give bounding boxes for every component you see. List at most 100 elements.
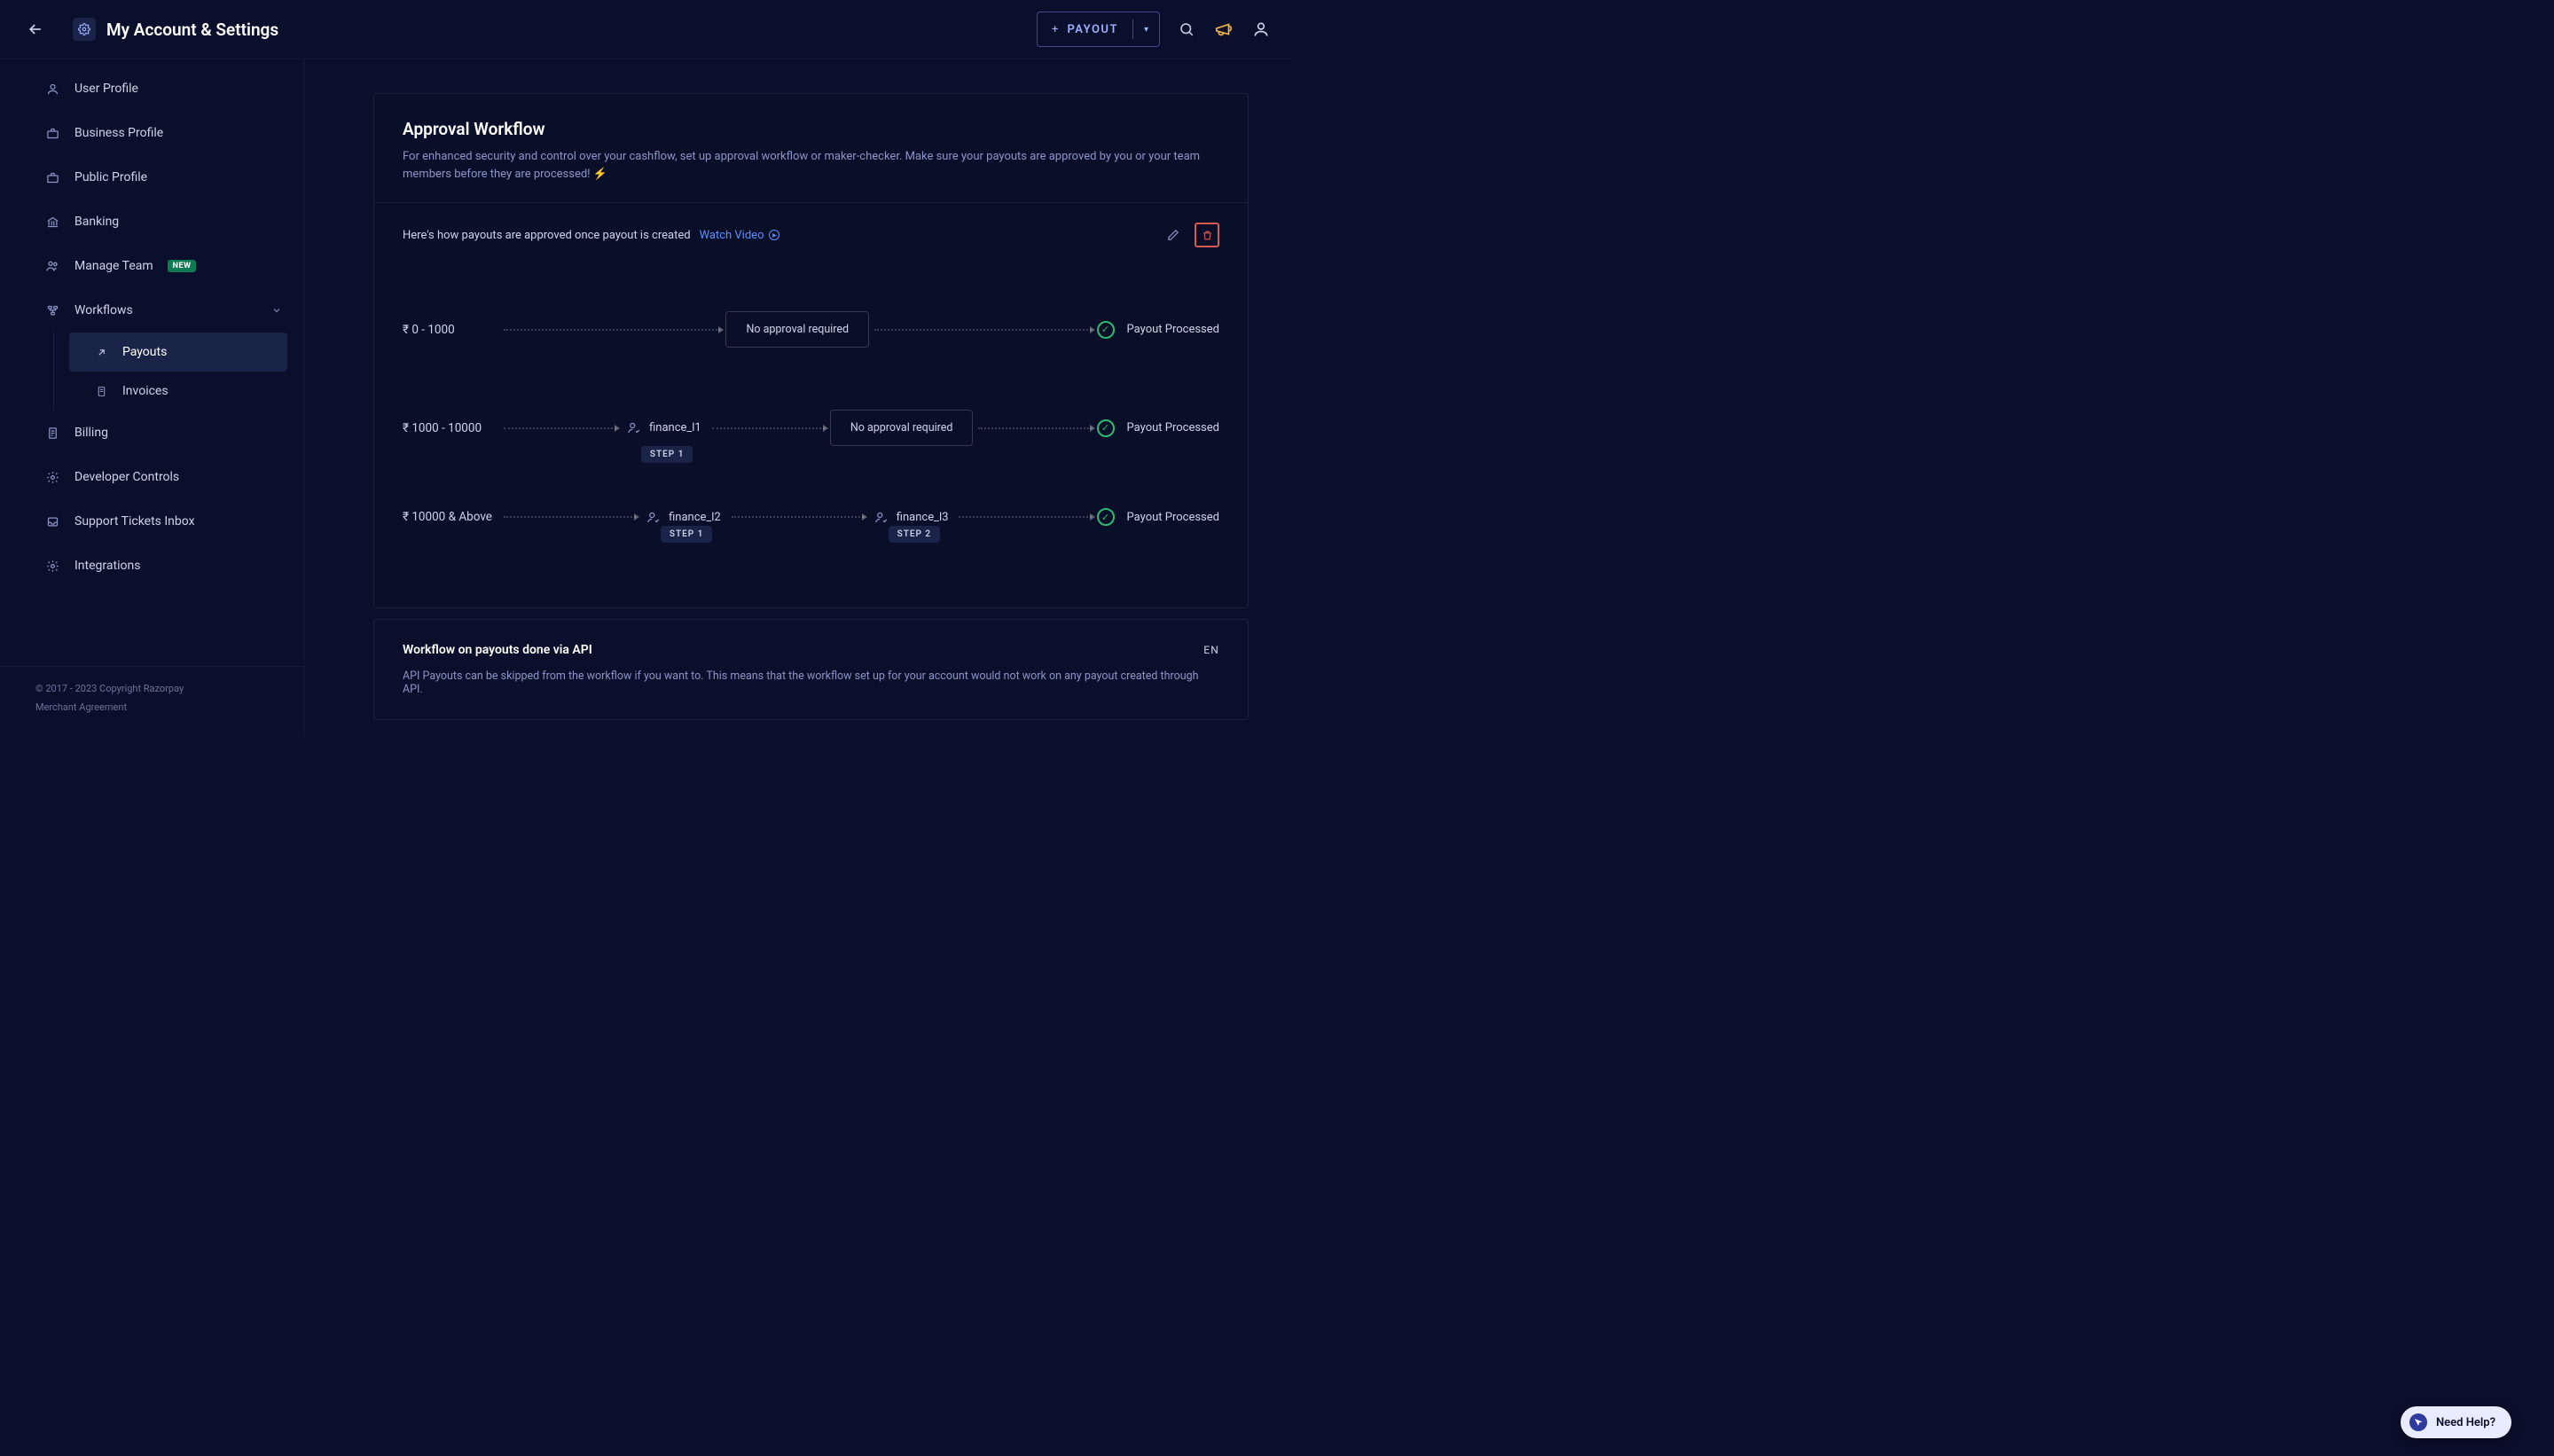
workflow-row: ₹ 0 - 1000 No approval required ✓ Payout Pr… [403, 311, 1219, 348]
connector [732, 516, 864, 518]
api-workflow-title: Workflow on payouts done via API [403, 643, 592, 657]
user-icon[interactable] [1250, 19, 1272, 40]
chevron-down-icon [271, 305, 282, 316]
new-badge: NEW [168, 260, 197, 272]
search-icon[interactable] [1176, 19, 1197, 40]
sidebar-item-label: User Profile [74, 82, 138, 96]
team-icon [44, 259, 60, 273]
help-avatar-icon [2409, 1413, 2427, 1431]
workflow-row: ₹ 1000 - 10000 finance_l1 No approval requ… [403, 410, 1219, 446]
sidebar-item-label: Billing [74, 426, 108, 440]
settings-icon-badge [73, 18, 96, 41]
sidebar-item-label: Invoices [122, 384, 168, 398]
sidebar-item-label: Integrations [74, 559, 140, 573]
approver-node: finance_l2 [641, 511, 726, 524]
page-title: My Account & Settings [106, 20, 278, 40]
divider [1132, 20, 1133, 39]
processed-label: Payout Processed [1127, 323, 1219, 336]
footer-copyright: © 2017 - 2023 Copyright Razorpay [35, 683, 268, 694]
bank-icon [44, 215, 60, 229]
amount-range: ₹ 10000 & Above [403, 510, 498, 524]
approval-box: No approval required [725, 311, 869, 348]
api-workflow-desc: API Payouts can be skipped from the work… [403, 669, 1219, 696]
receipt-icon [44, 427, 60, 440]
user-check-icon [646, 511, 660, 524]
payout-button[interactable]: + PAYOUT ▾ [1037, 12, 1160, 47]
connector [712, 427, 825, 429]
user-icon [44, 82, 60, 96]
user-check-icon [874, 511, 888, 524]
delete-button[interactable] [1195, 223, 1219, 247]
sidebar-item-label: Workflows [74, 303, 133, 317]
arrow-out-icon [96, 347, 110, 358]
chevron-down-icon: ▾ [1144, 25, 1148, 35]
edit-button[interactable] [1161, 223, 1186, 247]
watch-video-label: Watch Video [700, 229, 764, 242]
sidebar-item-integrations[interactable]: Integrations [0, 544, 303, 588]
play-icon: ▶ [769, 230, 780, 240]
briefcase-icon [44, 127, 60, 140]
payout-processed: ✓ Payout Processed [1097, 321, 1219, 339]
connector [504, 516, 636, 518]
amount-range: ₹ 0 - 1000 [403, 323, 498, 337]
sidebar-item-label: Developer Controls [74, 470, 179, 484]
back-button[interactable] [20, 13, 51, 45]
sidebar-item-label: Payouts [122, 345, 167, 359]
plus-icon: + [1052, 23, 1058, 36]
need-help-label: Need Help? [2436, 1416, 2495, 1429]
approval-title: Approval Workflow [403, 119, 1219, 139]
gear-icon [44, 471, 60, 484]
sidebar-item-label: Support Tickets Inbox [74, 514, 195, 528]
sidebar-item-public-profile[interactable]: Public Profile [0, 155, 303, 200]
approval-subtitle: For enhanced security and control over y… [403, 148, 1219, 183]
sidebar-item-billing[interactable]: Billing [0, 411, 303, 455]
connector [978, 427, 1091, 429]
connector [504, 329, 720, 331]
approver-node: finance_l1 [622, 421, 707, 434]
sidebar-item-label: Banking [74, 215, 119, 229]
sidebar-item-payouts[interactable]: Payouts [69, 333, 287, 372]
workflow-icon [44, 304, 60, 317]
sidebar-item-workflows[interactable]: Workflows [0, 288, 303, 333]
approver-node: finance_l3 [869, 511, 954, 524]
step-chip: STEP 1 [641, 446, 693, 463]
briefcase-icon [44, 171, 60, 184]
step-chip: STEP 1 [661, 526, 713, 543]
approver-name: finance_l1 [649, 421, 701, 434]
footer-merchant-link[interactable]: Merchant Agreement [35, 701, 268, 713]
sidebar-item-label: Public Profile [74, 170, 147, 184]
api-status-label: EN [1203, 644, 1219, 656]
check-icon: ✓ [1097, 321, 1115, 339]
sidebar-item-banking[interactable]: Banking [0, 200, 303, 244]
receipt-icon [96, 386, 110, 397]
check-icon: ✓ [1097, 508, 1115, 526]
sidebar-item-user-profile[interactable]: User Profile [0, 67, 303, 111]
sidebar-item-developer-controls[interactable]: Developer Controls [0, 455, 303, 499]
workflow-row: ₹ 10000 & Above finance_l2 finance_l3 ✓ Payo… [403, 508, 1219, 526]
payout-processed: ✓ Payout Processed [1097, 508, 1219, 526]
user-check-icon [627, 421, 640, 434]
sidebar-item-invoices[interactable]: Invoices [69, 372, 287, 411]
connector [874, 329, 1091, 331]
check-icon: ✓ [1097, 419, 1115, 437]
watch-video-link[interactable]: Watch Video ▶ [700, 229, 780, 242]
connector [959, 516, 1091, 518]
step-chip: STEP 2 [889, 526, 941, 543]
payout-processed: ✓Payout Processed [1097, 419, 1219, 437]
processed-label: Payout Processed [1127, 511, 1219, 524]
sidebar-item-support-tickets[interactable]: Support Tickets Inbox [0, 499, 303, 544]
approval-info-text: Here's how payouts are approved once pay… [403, 229, 691, 242]
sidebar-item-label: Business Profile [74, 126, 163, 140]
connector [504, 427, 616, 429]
sidebar-item-business-profile[interactable]: Business Profile [0, 111, 303, 155]
sidebar-item-manage-team[interactable]: Manage Team NEW [0, 244, 303, 288]
amount-range: ₹ 1000 - 10000 [403, 421, 498, 435]
announcement-icon[interactable] [1213, 19, 1234, 40]
approver-name: finance_l2 [669, 511, 721, 524]
approver-name: finance_l3 [897, 511, 949, 524]
payout-button-label: PAYOUT [1067, 23, 1118, 36]
inbox-icon [44, 515, 60, 528]
approval-box: No approval required [830, 410, 974, 446]
sidebar-item-label: Manage Team [74, 259, 153, 273]
need-help-button[interactable]: Need Help? [2401, 1406, 2511, 1438]
